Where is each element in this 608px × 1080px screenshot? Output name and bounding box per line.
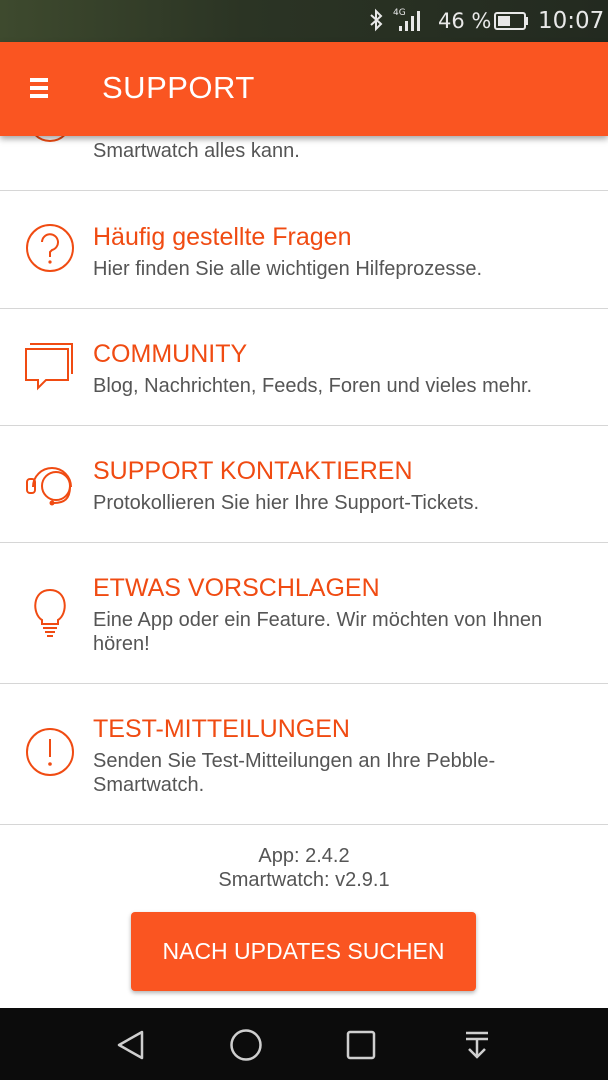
notification-pull-icon[interactable] [460, 1028, 494, 1062]
list-item-description: Hier finden Sie alle wichtigen Hilfeproz… [93, 258, 483, 280]
list-item-title: COMMUNITY [93, 340, 248, 368]
network-type-label: 4G [393, 8, 406, 18]
smartwatch-version: Smartwatch: v2.9.1 [218, 869, 390, 891]
home-icon[interactable] [229, 1028, 263, 1062]
clock: 10:07 [538, 8, 605, 34]
list-item-title: TEST-MITTEILUNGEN [93, 715, 350, 743]
list-item-title: SUPPORT KONTAKTIEREN [93, 457, 413, 485]
app-version: App: 2.4.2 [258, 845, 350, 867]
headset-icon [24, 459, 76, 511]
list-item-title: Häufig gestellte Fragen [93, 223, 352, 251]
back-icon[interactable] [114, 1028, 148, 1062]
battery-percent: 46 % [438, 9, 492, 33]
status-bar: 4G 46 % 10:07 [0, 0, 608, 42]
page-title: SUPPORT [102, 70, 255, 105]
list-item-test-notifications[interactable]: TEST-MITTEILUNGEN Senden Sie Test-Mittei… [0, 684, 608, 825]
list-item-description: Eine App oder ein Feature. Wir möchten v… [93, 609, 543, 655]
chat-bubbles-icon [24, 340, 76, 392]
list-item-community[interactable]: COMMUNITY Blog, Nachrichten, Feeds, Fore… [0, 309, 608, 426]
list-item-description: Smartwatch alles kann. [93, 140, 300, 162]
list-item-description: Protokollieren Sie hier Ihre Support-Tic… [93, 492, 480, 514]
navigation-bar [0, 1008, 608, 1080]
question-icon [24, 222, 76, 274]
list-item-suggest[interactable]: ETWAS VORSCHLAGEN Eine App oder ein Feat… [0, 543, 608, 684]
signal-icon: 4G [393, 6, 429, 40]
recent-apps-icon[interactable] [344, 1028, 378, 1062]
list-item-title: ETWAS VORSCHLAGEN [93, 574, 380, 602]
list-item-partial[interactable]: Smartwatch alles kann. [0, 126, 608, 191]
lightbulb-icon [24, 586, 76, 638]
list-item-description: Blog, Nachrichten, Feeds, Foren und viel… [93, 375, 533, 397]
exclamation-icon [24, 726, 76, 778]
list-item-faq[interactable]: Häufig gestellte Fragen Hier finden Sie … [0, 191, 608, 309]
menu-icon[interactable] [30, 76, 52, 100]
check-updates-button[interactable]: NACH UPDATES SUCHEN [131, 912, 476, 991]
bluetooth-icon [368, 8, 384, 38]
battery-icon [494, 11, 530, 37]
list-item-description: Senden Sie Test-Mitteilungen an Ihre Peb… [93, 750, 496, 796]
list-item-contact-support[interactable]: SUPPORT KONTAKTIEREN Protokollieren Sie … [0, 426, 608, 543]
app-bar: SUPPORT [0, 42, 608, 136]
